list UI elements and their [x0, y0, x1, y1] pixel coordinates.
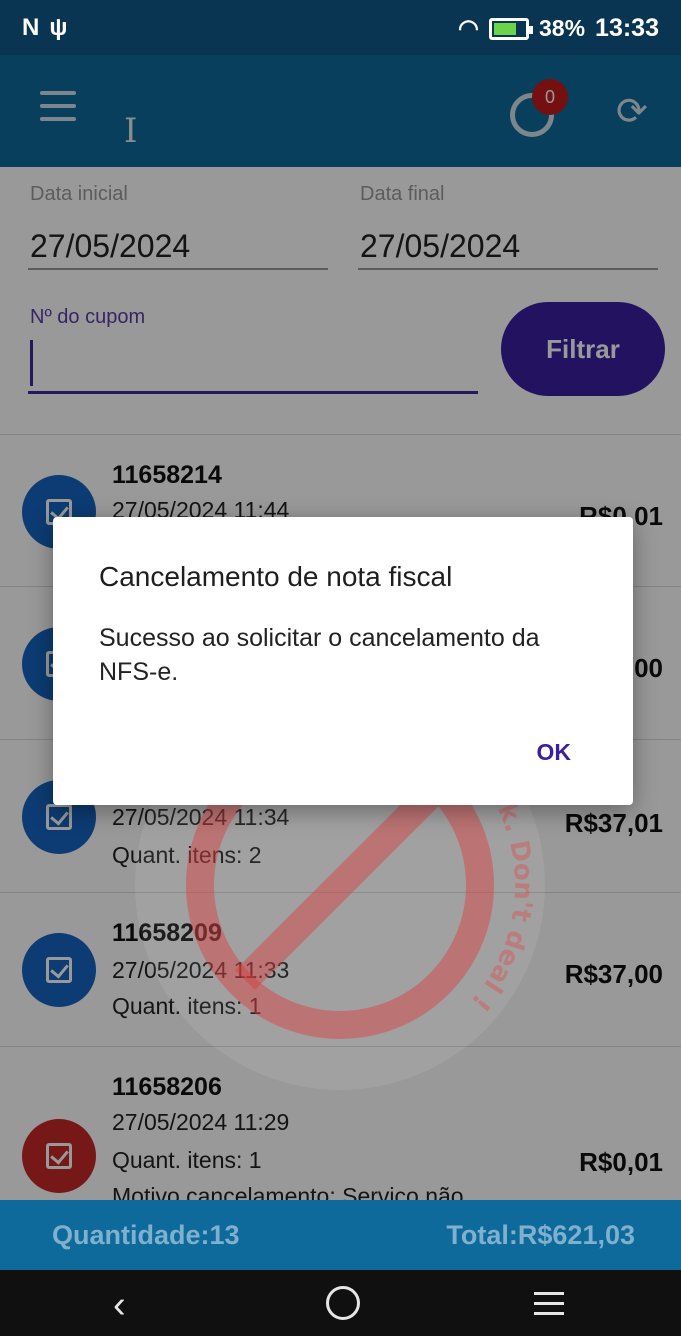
summary-total: Total:R$621,03	[446, 1220, 635, 1250]
status-right: ◠ 38% 13:33	[458, 14, 659, 43]
clock: 13:33	[595, 14, 659, 42]
cancel-dialog: Cancelamento de nota fiscal Sucesso ao s…	[53, 517, 633, 805]
status-left: N ψ	[22, 14, 67, 42]
recents-icon[interactable]	[534, 1292, 564, 1316]
dialog-ok-button[interactable]: OK	[537, 739, 572, 766]
wifi-icon: ◠	[458, 15, 479, 42]
dialog-message: Sucesso ao solicitar o cancelamento da N…	[99, 624, 540, 686]
back-icon[interactable]: ‹	[113, 1284, 126, 1327]
home-icon[interactable]	[326, 1286, 360, 1320]
n-icon: N	[22, 14, 40, 41]
summary-bar: Quantidade:13 Total:R$621,03	[0, 1200, 681, 1270]
system-nav-bar: ‹	[0, 1270, 681, 1336]
status-bar: N ψ ◠ 38% 13:33	[0, 0, 681, 55]
dialog-title: Cancelamento de nota fiscal	[99, 561, 453, 592]
summary-quantity: Quantidade:13	[52, 1220, 240, 1250]
usb-icon: ψ	[49, 14, 68, 41]
battery-icon	[489, 17, 533, 40]
battery-percent: 38%	[539, 15, 586, 41]
phone-screen: N ψ ◠ 38% 13:33 I 0 ⟳ Data inicial 27/05…	[0, 0, 681, 1336]
